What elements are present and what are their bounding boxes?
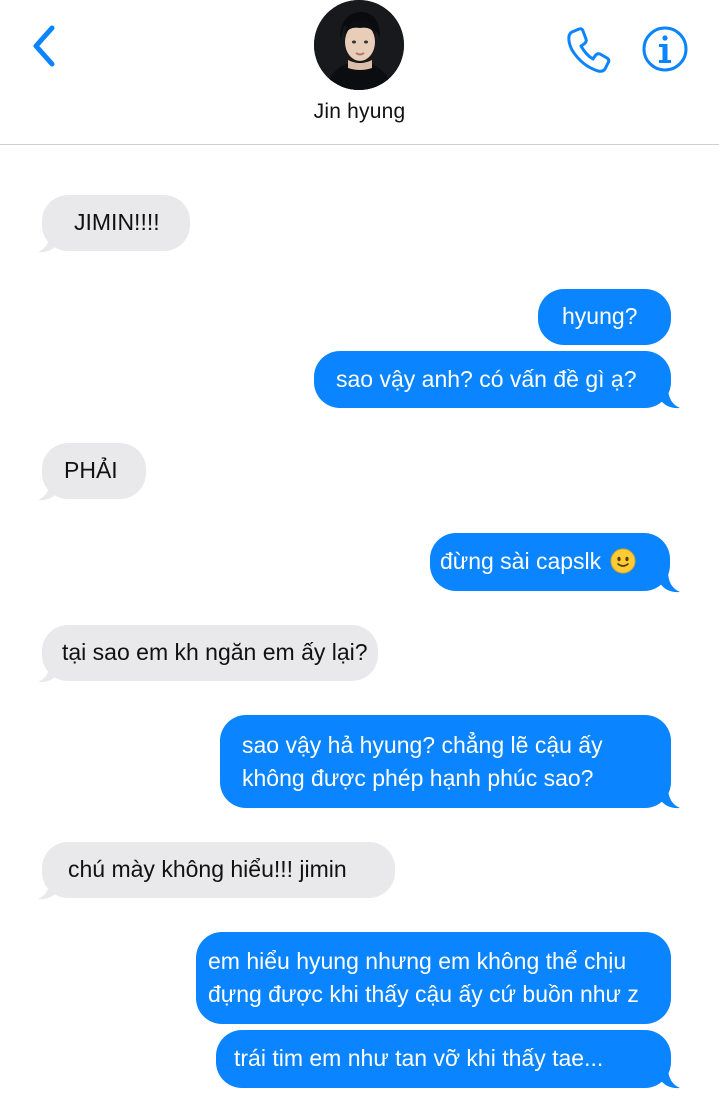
outgoing-message[interactable]: trái tim em như tan vỡ khi thấy tae...: [216, 1030, 671, 1088]
outgoing-message[interactable]: hyung?: [538, 289, 671, 345]
outgoing-message[interactable]: sao vậy hả hyung? chẳng lẽ cậu ấy không …: [220, 715, 671, 808]
message-text: trái tim em như tan vỡ khi thấy tae...: [234, 1045, 604, 1071]
chat-header: Jin hyung: [0, 0, 719, 145]
message-text: PHẢI: [64, 457, 118, 483]
outgoing-message[interactable]: đừng sài capslk: [430, 533, 670, 591]
outgoing-message[interactable]: sao vậy anh? có vấn đề gì ạ?: [314, 351, 671, 408]
message-text: sao vậy hả hyung? chẳng lẽ cậu ấy: [242, 732, 603, 758]
bubble-tail: [660, 1067, 680, 1089]
incoming-message[interactable]: chú mày không hiểu!!! jimin: [42, 842, 395, 898]
phone-icon: [567, 27, 611, 73]
message-text: không được phép hạnh phúc sao?: [242, 765, 594, 791]
bubble-tail: [660, 387, 680, 409]
contact-name[interactable]: Jin hyung: [0, 100, 719, 124]
call-button[interactable]: [560, 22, 614, 76]
info-icon: [642, 26, 688, 72]
info-button[interactable]: [640, 24, 690, 74]
bubble-tail: [38, 479, 58, 501]
bubble-tail: [38, 231, 58, 253]
message-text: em hiểu hyung nhưng em không thể chịu: [208, 948, 627, 974]
chevron-left-icon: [33, 25, 55, 67]
avatar-photo: [314, 0, 404, 90]
contact-avatar[interactable]: [314, 0, 404, 90]
message-thread[interactable]: JIMIN!!!! hyung? sao vậy anh? có vấn đề …: [0, 145, 719, 1110]
message-text: sao vậy anh? có vấn đề gì ạ?: [336, 366, 637, 392]
bubble-tail: [660, 571, 680, 593]
back-button[interactable]: [24, 22, 64, 70]
bubble-tail: [660, 787, 680, 809]
bubble-tail: [38, 878, 58, 900]
message-text: chú mày không hiểu!!! jimin: [68, 856, 347, 882]
message-text: đừng sài capslk: [440, 548, 602, 574]
message-text: tại sao em kh ngăn em ấy lại?: [62, 639, 368, 665]
outgoing-message[interactable]: em hiểu hyung nhưng em không thể chịu đự…: [196, 932, 671, 1024]
smile-emoji-icon: [610, 548, 636, 574]
incoming-message[interactable]: JIMIN!!!!: [42, 195, 190, 251]
message-text: JIMIN!!!!: [74, 209, 160, 235]
bubble-tail: [38, 661, 58, 683]
incoming-message[interactable]: tại sao em kh ngăn em ấy lại?: [42, 625, 378, 681]
message-text: đựng được khi thấy cậu ấy cứ buồn như z: [208, 981, 639, 1007]
message-text: hyung?: [562, 303, 638, 329]
